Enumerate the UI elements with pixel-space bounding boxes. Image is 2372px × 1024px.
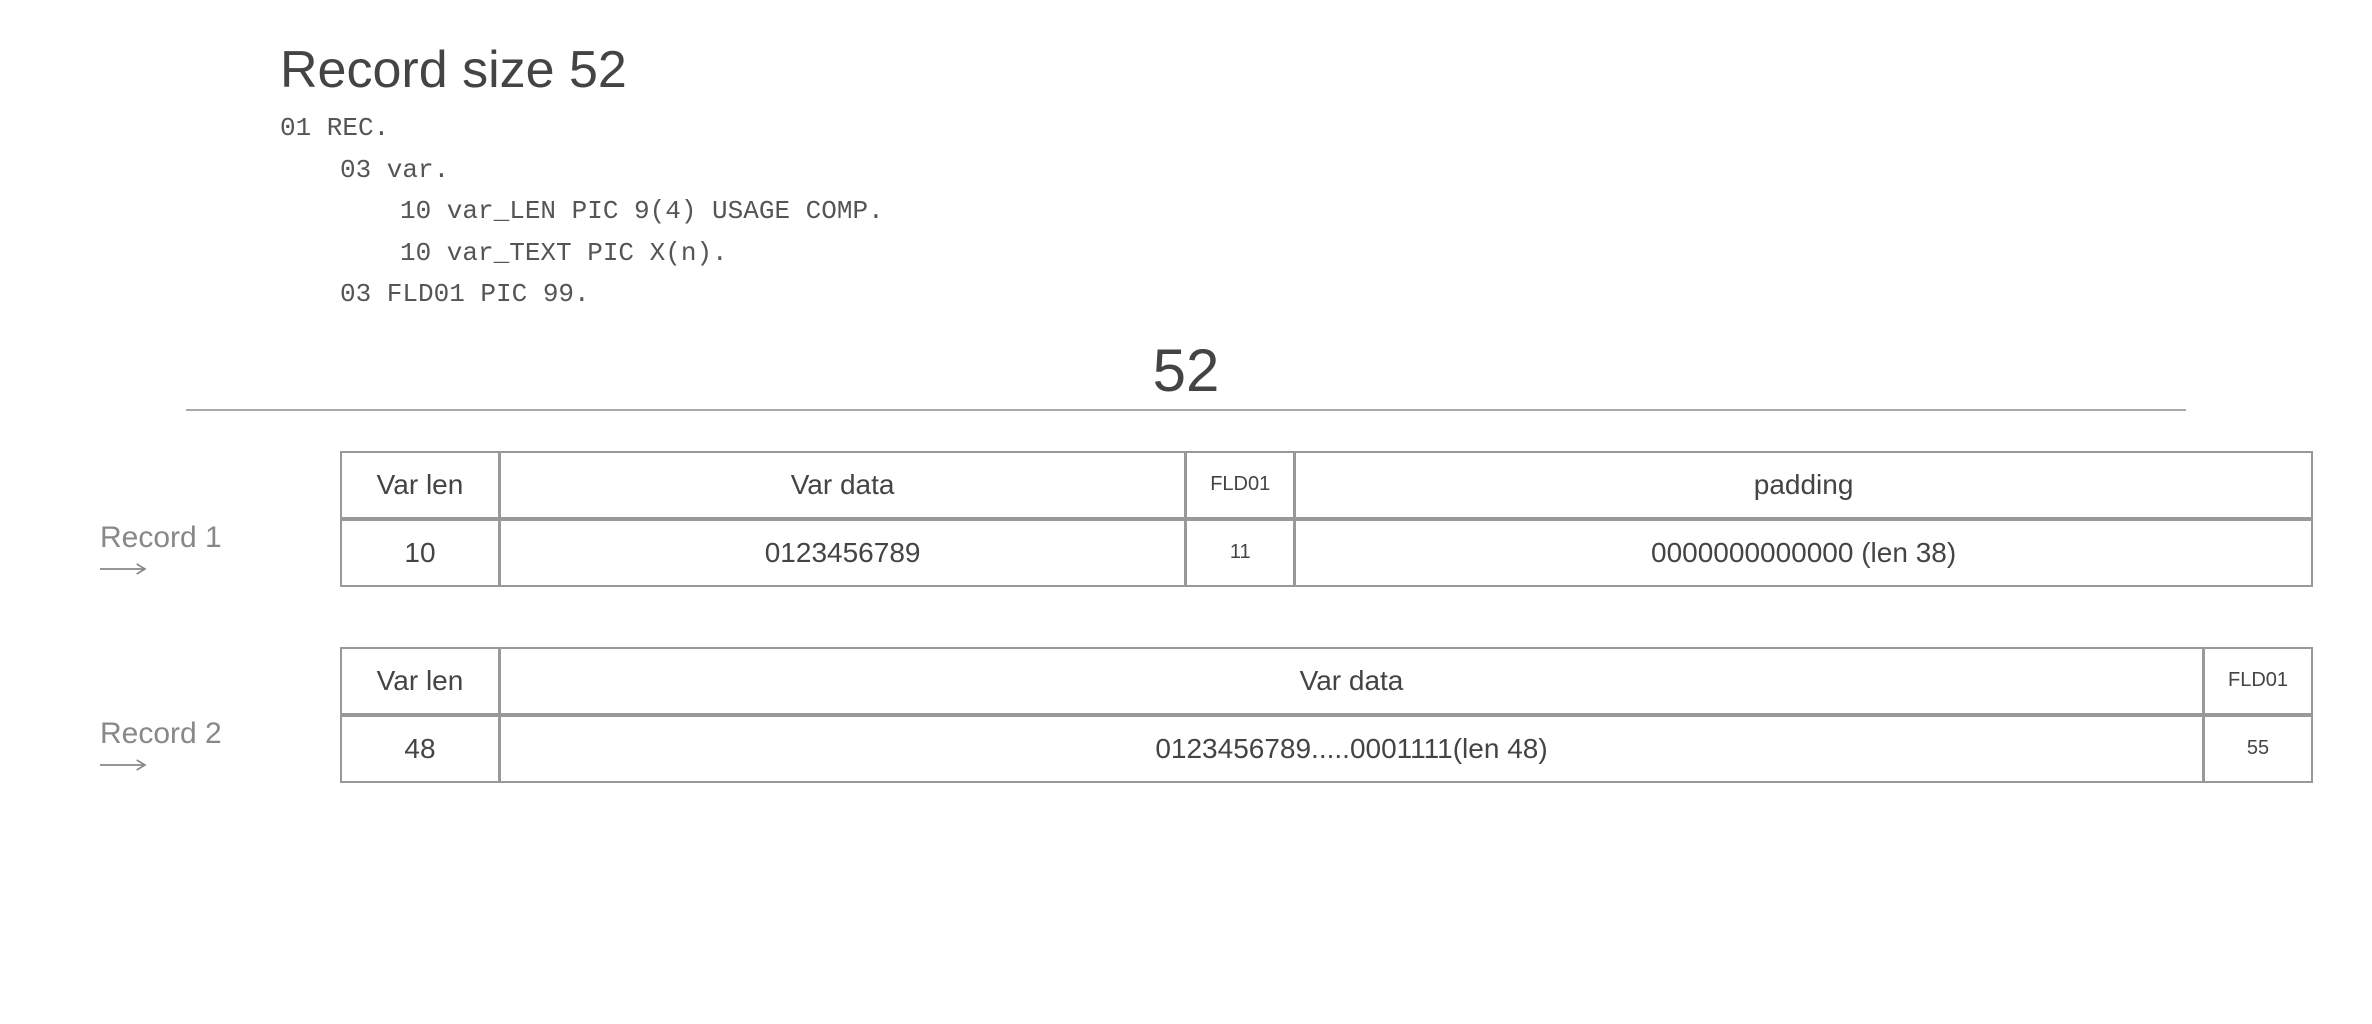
record2-label-area: Record 2 xyxy=(100,647,340,775)
record1-group: Record 1 Var len Var data FLD01 padding … xyxy=(100,451,2312,587)
record2-data-row: 48 0123456789.....0001111(len 48) 55 xyxy=(340,715,2312,783)
code-line-2: 03 var. xyxy=(280,150,2312,192)
record2-group: Record 2 Var len Var data FLD01 48 01234… xyxy=(100,647,2312,783)
code-line-4: 10 var_TEXT PIC X(n). xyxy=(280,233,2312,275)
record2-label: Record 2 xyxy=(100,717,222,751)
record1-label-wrapper: Record 1 xyxy=(100,521,222,579)
record2-header-fld01: FLD01 xyxy=(2203,647,2313,715)
records-container: Record 1 Var len Var data FLD01 padding … xyxy=(100,451,2312,783)
record2-arrow-icon xyxy=(100,755,150,775)
record1-data-fld01: 11 xyxy=(1185,519,1295,587)
record1-header-row: Var len Var data FLD01 padding xyxy=(340,451,2312,519)
record1-data-vardata: 0123456789 xyxy=(499,519,1186,587)
record1-header-vardata: Var data xyxy=(499,451,1186,519)
record2-data-vardata: 0123456789.....0001111(len 48) xyxy=(499,715,2204,783)
code-line-3: 10 var_LEN PIC 9(4) USAGE COMP. xyxy=(280,191,2312,233)
record2-table: Var len Var data FLD01 48 0123456789....… xyxy=(340,647,2312,783)
code-line-1: 01 REC. xyxy=(280,108,2312,150)
record1-header-padding: padding xyxy=(1294,451,2313,519)
record2-header-row: Var len Var data FLD01 xyxy=(340,647,2312,715)
record1-data-padding: 0000000000000 (len 38) xyxy=(1294,519,2313,587)
record1-data-row: 10 0123456789 11 0000000000000 (len 38) xyxy=(340,519,2312,587)
record2-header-vardata: Var data xyxy=(499,647,2204,715)
record1-table: Var len Var data FLD01 padding 10 012345… xyxy=(340,451,2312,587)
record2-data-varlen: 48 xyxy=(340,715,500,783)
record1-label: Record 1 xyxy=(100,521,222,555)
cobol-code: 01 REC. 03 var. 10 var_LEN PIC 9(4) USAG… xyxy=(280,108,2312,316)
record1-label-area: Record 1 xyxy=(100,451,340,579)
record1-header-fld01: FLD01 xyxy=(1185,451,1295,519)
record1-data-varlen: 10 xyxy=(340,519,500,587)
record1-header-varlen: Var len xyxy=(340,451,500,519)
size-number: 52 xyxy=(1153,336,1220,405)
size-section: 52 xyxy=(60,336,2312,411)
page-title: Record size 52 xyxy=(280,40,2312,100)
record2-label-wrapper: Record 2 xyxy=(100,717,222,775)
record2-data-fld01: 55 xyxy=(2203,715,2313,783)
code-line-5: 03 FLD01 PIC 99. xyxy=(280,274,2312,316)
record2-header-varlen: Var len xyxy=(340,647,500,715)
record1-arrow-icon xyxy=(100,559,150,579)
size-divider xyxy=(186,409,2186,411)
